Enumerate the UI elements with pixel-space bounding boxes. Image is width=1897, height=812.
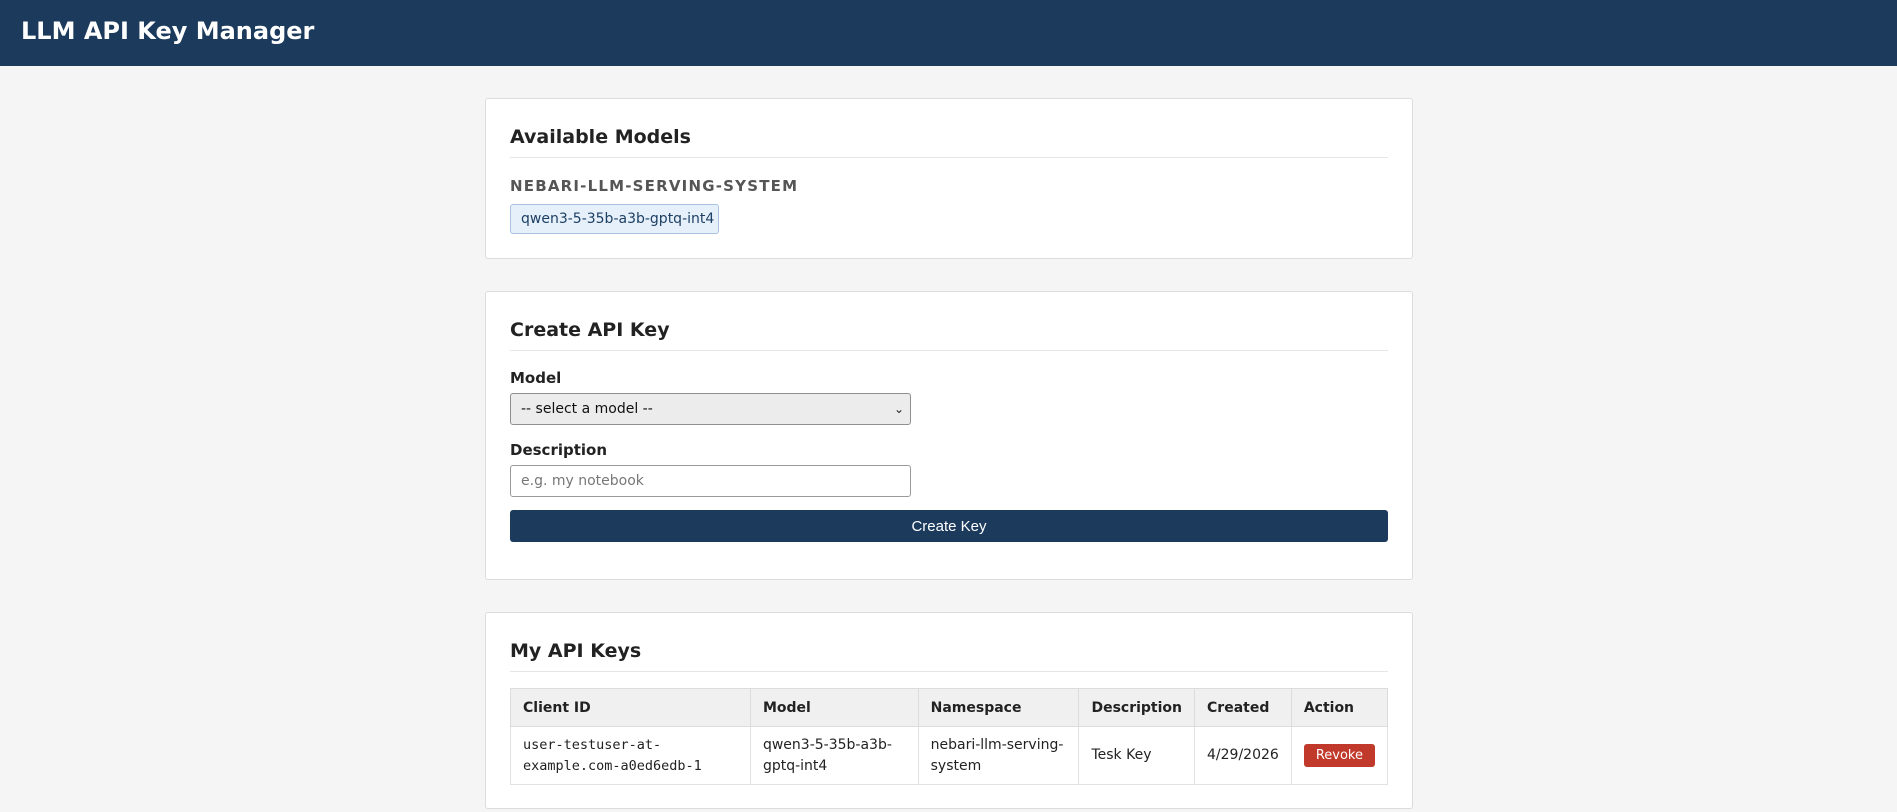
app-title: LLM API Key Manager [21, 17, 315, 45]
column-header-created: Created [1194, 688, 1292, 727]
available-models-heading: Available Models [510, 126, 691, 148]
created-cell: 4/29/2026 [1194, 726, 1292, 785]
description-cell: Tesk Key [1078, 726, 1196, 785]
namespace-cell: nebari-llm-serving-system [917, 726, 1080, 785]
revoke-button[interactable]: Revoke [1303, 744, 1375, 767]
chevron-down-icon: ⌄ [893, 402, 904, 416]
create-api-key-heading: Create API Key [510, 319, 670, 341]
action-cell: Revoke [1290, 726, 1389, 785]
description-input[interactable] [510, 465, 911, 497]
model-chip: qwen3-5-35b-a3b-gptq-int4 [510, 204, 719, 234]
create-key-button[interactable]: Create Key [510, 510, 1388, 542]
model-select[interactable]: -- select a model -- ⌄ [510, 393, 911, 425]
app-header: LLM API Key Manager [0, 0, 1897, 66]
table-row: user-testuser-at-example.com-a0ed6edb-1 … [510, 726, 1389, 785]
available-models-card: Available Models NEBARI-LLM-SERVING-SYST… [485, 98, 1413, 259]
create-api-key-card: Create API Key Model -- select a model -… [485, 291, 1413, 580]
my-api-keys-heading: My API Keys [510, 640, 642, 662]
column-header-model: Model [749, 688, 919, 727]
model-field-label: Model [510, 369, 562, 387]
description-field-label: Description [510, 441, 608, 459]
namespace-label: NEBARI-LLM-SERVING-SYSTEM [510, 177, 799, 195]
column-header-action: Action [1290, 688, 1389, 727]
divider [510, 350, 1388, 351]
my-api-keys-card: My API Keys Client ID Model Namespace De… [485, 612, 1413, 809]
column-header-client-id: Client ID [510, 688, 751, 727]
table-header-row: Client ID Model Namespace Description Cr… [510, 688, 1389, 727]
divider [510, 157, 1388, 158]
client-id-cell: user-testuser-at-example.com-a0ed6edb-1 [510, 726, 751, 785]
column-header-namespace: Namespace [917, 688, 1080, 727]
model-cell: qwen3-5-35b-a3b-gptq-int4 [749, 726, 919, 785]
column-header-description: Description [1078, 688, 1196, 727]
model-select-value: -- select a model -- [521, 401, 653, 417]
api-keys-table: Client ID Model Namespace Description Cr… [510, 688, 1389, 785]
divider [510, 671, 1388, 672]
